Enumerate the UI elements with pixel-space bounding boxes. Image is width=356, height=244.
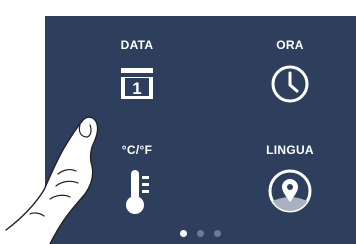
page-dot-1[interactable] — [180, 230, 187, 237]
pointing-hand-icon — [0, 116, 99, 244]
language-label: LINGUA — [266, 143, 314, 157]
page-dot-2[interactable] — [197, 230, 204, 237]
time-setting-button[interactable]: ORA — [230, 38, 350, 103]
clock-icon — [271, 65, 309, 103]
language-setting-button[interactable]: LINGUA — [230, 143, 350, 213]
calendar-day-text: 1 — [132, 79, 141, 98]
time-label: ORA — [276, 38, 304, 52]
page-dot-3[interactable] — [214, 230, 221, 237]
location-pin-icon — [268, 169, 312, 213]
